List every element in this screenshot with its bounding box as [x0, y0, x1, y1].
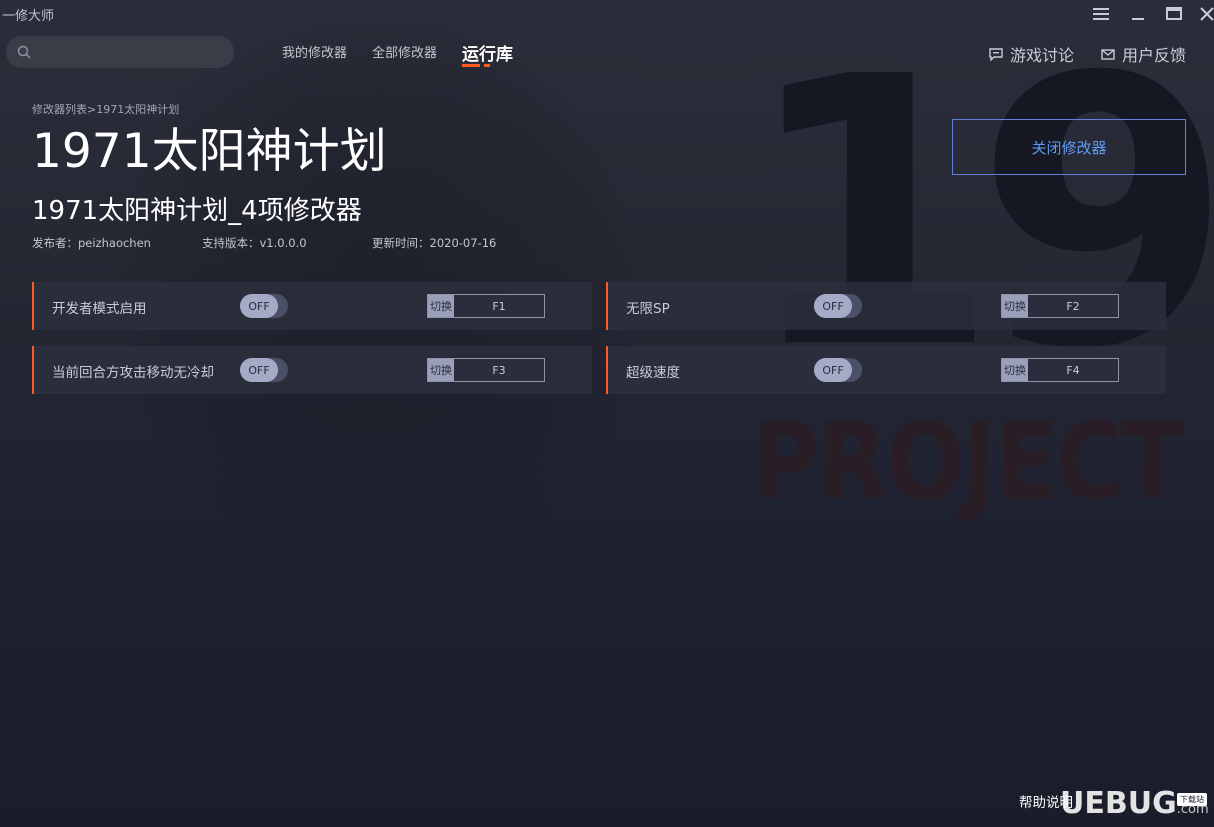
option-label: 当前回合方攻击移动无冷却: [52, 365, 214, 381]
hotkey-field[interactable]: 切换 F3: [427, 358, 545, 382]
hotkey-value: F4: [1066, 363, 1080, 377]
close-icon[interactable]: [1196, 4, 1214, 24]
toggle-state: OFF: [240, 294, 278, 318]
option-row: 当前回合方攻击移动无冷却 OFF 切换 F3: [32, 346, 592, 394]
trainer-name: 1971太阳神计划_4项修改器: [32, 196, 362, 226]
option-toggle[interactable]: OFF: [240, 358, 288, 382]
option-label: 无限SP: [626, 301, 670, 317]
maximize-icon[interactable]: [1163, 4, 1185, 24]
user-feedback-label: 用户反馈: [1122, 46, 1187, 65]
hotkey-label: 切换: [428, 359, 454, 381]
toggle-state: OFF: [240, 358, 278, 382]
active-tab-indicator: [462, 64, 490, 67]
tab-all-trainers[interactable]: 全部修改器: [372, 42, 437, 61]
option-toggle[interactable]: OFF: [814, 294, 862, 318]
app-window: 1971 PROJECT HELIOS 一修大师 我的修改器 全部修改器 运行库…: [0, 0, 1214, 827]
option-row: 无限SP OFF 切换 F2: [606, 282, 1166, 330]
publisher-info: 发布者：peizhaochen: [32, 236, 151, 250]
search-input[interactable]: [39, 43, 223, 61]
option-row: 开发者模式启用 OFF 切换 F1: [32, 282, 592, 330]
search-box[interactable]: [6, 36, 234, 68]
version-info: 支持版本：v1.0.0.0: [202, 236, 307, 250]
breadcrumb[interactable]: 修改器列表>1971太阳神计划: [32, 101, 179, 117]
hotkey-label: 切换: [1002, 295, 1028, 317]
app-title: 一修大师: [2, 9, 55, 24]
hotkey-value: F1: [492, 299, 506, 313]
option-label: 开发者模式启用: [52, 301, 147, 317]
close-trainer-button[interactable]: 关闭修改器: [952, 119, 1186, 175]
background-subtitle: PROJECT HELIOS: [752, 410, 1212, 524]
toggle-state: OFF: [814, 358, 852, 382]
mail-icon: [1101, 48, 1115, 60]
update-time-info: 更新时间：2020-07-16: [372, 236, 497, 250]
toggle-state: OFF: [814, 294, 852, 318]
hotkey-value: F2: [1066, 299, 1080, 313]
option-toggle[interactable]: OFF: [814, 358, 862, 382]
user-feedback-link[interactable]: 用户反馈: [1101, 42, 1186, 66]
page-title: 1971太阳神计划: [32, 124, 387, 179]
watermark-text: UEBUG: [1060, 786, 1177, 821]
game-discussion-label: 游戏讨论: [1010, 46, 1075, 65]
hotkey-field[interactable]: 切换 F4: [1001, 358, 1119, 382]
hotkey-value: F3: [492, 363, 506, 377]
hotkey-label: 切换: [1002, 359, 1028, 381]
menu-icon[interactable]: [1090, 4, 1112, 24]
hotkey-label: 切换: [428, 295, 454, 317]
tab-my-trainers[interactable]: 我的修改器: [282, 42, 347, 61]
option-label: 超级速度: [626, 365, 680, 381]
search-icon: [17, 45, 31, 59]
minimize-icon[interactable]: [1127, 4, 1149, 24]
option-toggle[interactable]: OFF: [240, 294, 288, 318]
game-discussion-link[interactable]: 游戏讨论: [989, 42, 1074, 66]
option-row: 超级速度 OFF 切换 F4: [606, 346, 1166, 394]
hotkey-field[interactable]: 切换 F2: [1001, 294, 1119, 318]
chat-icon: [989, 47, 1003, 61]
hotkey-field[interactable]: 切换 F1: [427, 294, 545, 318]
watermark-badge: 下载站: [1177, 793, 1207, 806]
tab-runtime-library[interactable]: 运行库: [462, 40, 513, 65]
